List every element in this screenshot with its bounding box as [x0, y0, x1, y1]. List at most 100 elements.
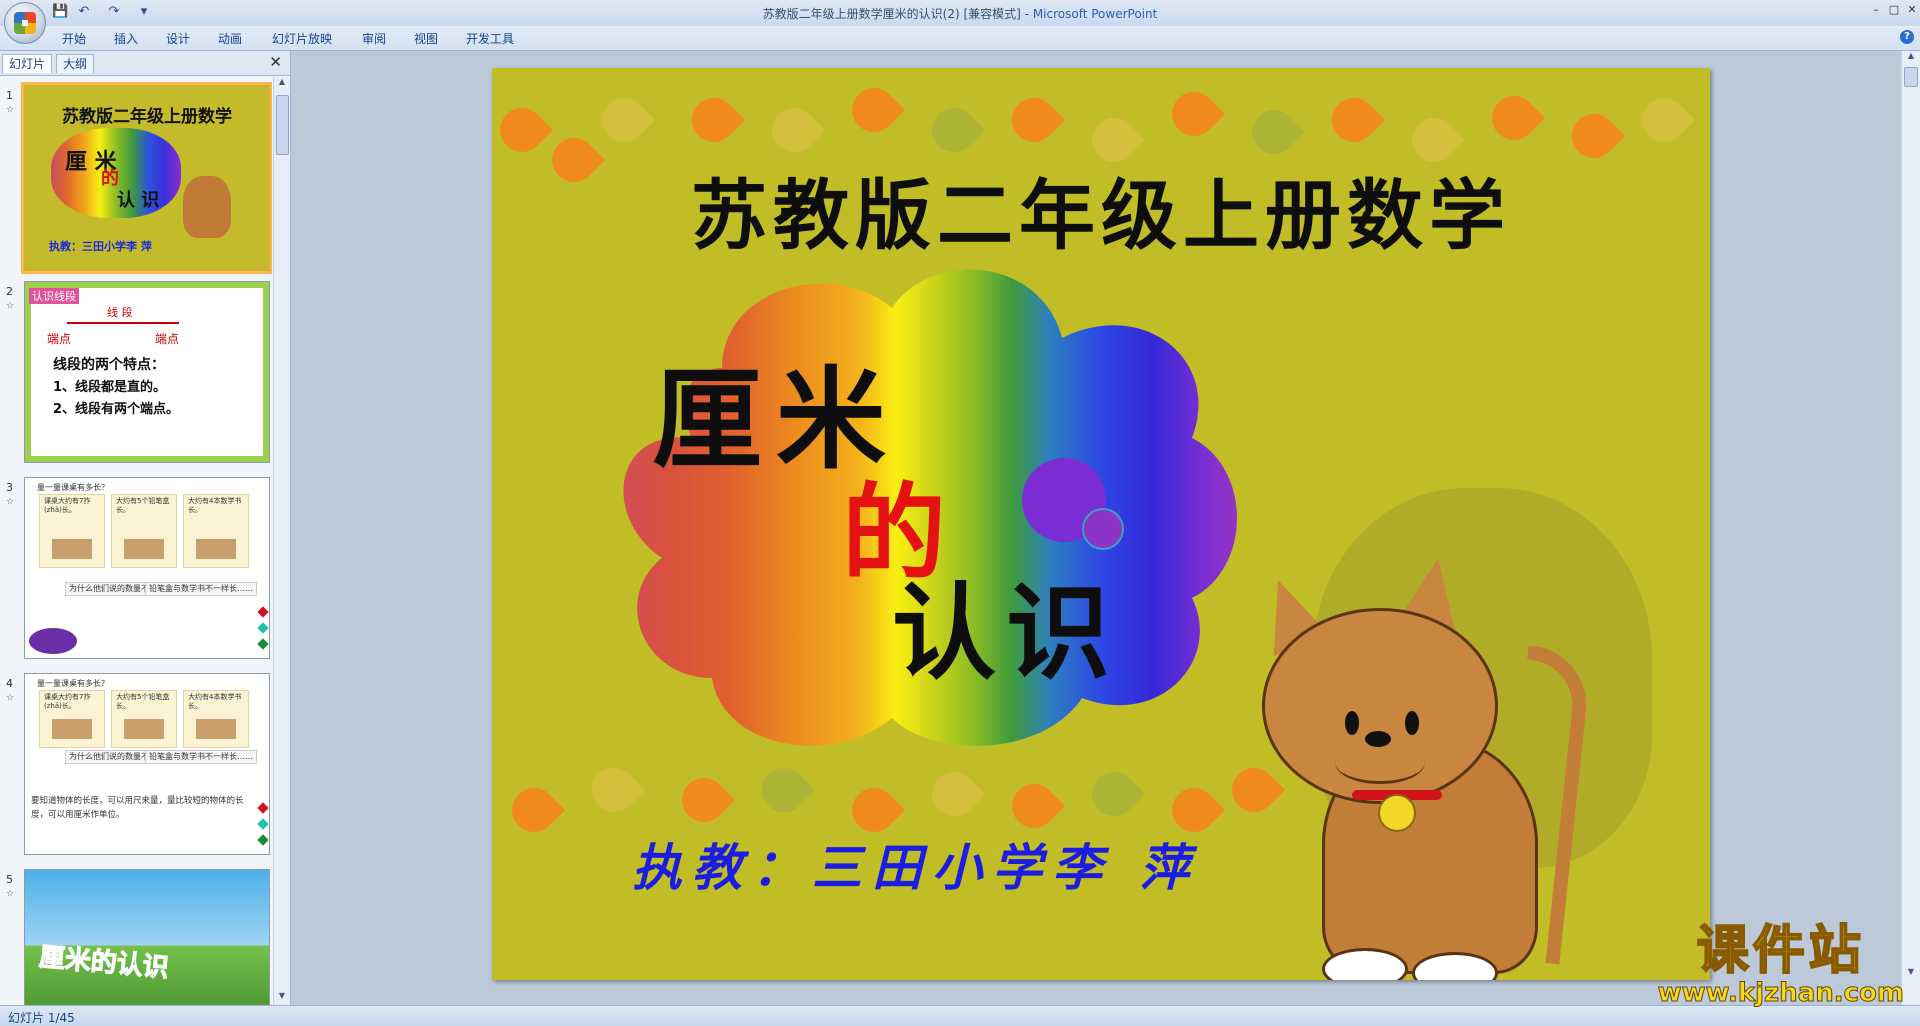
scroll-thumb[interactable]: [1904, 67, 1918, 87]
window-title: 苏教版二年级上册数学厘米的认识(2) [兼容模式] - Microsoft Po…: [0, 5, 1920, 22]
office-button[interactable]: [4, 2, 46, 44]
slide-thumbnail-3[interactable]: 3 ☆ 量一量课桌有多长？ 课桌大约有7拃(zhǎ)长。 大约有5个铅笔盒长。 …: [0, 477, 272, 663]
ginkgo-leaf: [752, 758, 816, 822]
thumbnail-preview: 量一量课桌有多长？ 课桌大约有7拃(zhǎ)长。 大约有5个铅笔盒长。 大约有4…: [24, 673, 270, 855]
animation-star-icon: ☆: [6, 889, 15, 899]
maple-leaf: [842, 78, 906, 142]
ginkgo-leaf: [1632, 88, 1696, 152]
maple-leaf: [1162, 82, 1226, 146]
tab-insert[interactable]: 插入: [114, 30, 138, 47]
slide-title[interactable]: 苏教版二年级上册数学: [492, 154, 1710, 264]
tab-home[interactable]: 开始: [62, 30, 86, 47]
diamond-icon: [257, 802, 269, 814]
watermark: 课件站 www.kjzhan.com: [1657, 921, 1904, 1008]
tab-slide-show[interactable]: 幻灯片放映: [272, 30, 332, 47]
tab-developer[interactable]: 开发工具: [466, 30, 514, 47]
thumbnail-preview: 苏教版二年级上册数学 厘 米 的 认 识 执教：三田小学李 萍: [21, 82, 272, 274]
tab-slides[interactable]: 幻灯片: [2, 54, 53, 73]
application-name: Microsoft PowerPoint: [1032, 7, 1158, 21]
answer-bubble: 铅笔盒与数学书不一样长……: [145, 750, 257, 764]
slide-number: 3: [6, 481, 13, 494]
pane-tabs: 幻灯片 大纲 ✕: [0, 51, 290, 76]
scroll-up-icon[interactable]: ▲: [1902, 51, 1920, 65]
segment-label: 线 段: [107, 306, 133, 319]
maple-leaf: [682, 88, 746, 152]
slide-thumbnail-2[interactable]: 2 ☆ 认识线段 线 段 端点 端点 线段的两个特点： 1、线段都是直的。 2、…: [0, 281, 272, 467]
slides-pane: 幻灯片 大纲 ✕ 1 ☆ 苏教版二年级上册数学 厘 米 的 认 识 执教：三田小…: [0, 51, 291, 1005]
thumb-title: 厘米的认识: [37, 942, 170, 984]
minimize-button[interactable]: –: [1868, 3, 1884, 16]
cat-head: [1262, 608, 1498, 804]
slide-thumbnail-5[interactable]: 5 ☆ 厘米的认识: [0, 869, 272, 1005]
measure-box: 大约有4本数学书长。: [183, 690, 249, 748]
slide-count-status: 幻灯片 1/45: [8, 1011, 75, 1025]
close-pane-icon[interactable]: ✕: [269, 53, 282, 71]
office-logo-icon: [14, 12, 36, 34]
animation-star-icon: ☆: [6, 497, 15, 507]
scroll-thumb[interactable]: [276, 95, 289, 155]
animation-star-icon: ☆: [6, 301, 15, 311]
maple-leaf: [502, 778, 566, 842]
cat-illustration: [183, 176, 231, 238]
tab-animations[interactable]: 动画: [218, 30, 242, 47]
title-bar: 💾 ↶ ↷ ▾ 苏教版二年级上册数学厘米的认识(2) [兼容模式] - Micr…: [0, 0, 1920, 44]
title-word-understanding[interactable]: 认识: [892, 548, 1120, 699]
measure-box: 大约有4本数学书长。: [183, 494, 249, 568]
scroll-up-icon[interactable]: ▲: [274, 77, 290, 91]
thumb-author: 执教：三田小学李 萍: [49, 240, 152, 253]
status-bar: 幻灯片 1/45: [0, 1005, 1920, 1026]
main-scrollbar[interactable]: ▲ ▼: [1901, 51, 1920, 1005]
close-button[interactable]: ✕: [1904, 3, 1920, 16]
thumb-word: 认 识: [117, 190, 160, 211]
thumb-header: 量一量课桌有多长？: [37, 679, 109, 688]
measure-box: 大约有5个铅笔盒长。: [111, 494, 177, 568]
help-icon[interactable]: ?: [1900, 30, 1914, 44]
scroll-down-icon[interactable]: ▼: [274, 991, 290, 1005]
tab-outline[interactable]: 大纲: [56, 54, 95, 73]
maple-leaf: [672, 768, 736, 832]
tab-view[interactable]: 视图: [414, 30, 438, 47]
thumb-label: 认识线段: [29, 288, 79, 304]
maximize-button[interactable]: □: [1886, 3, 1902, 16]
cat-eye: [1345, 711, 1359, 735]
thumb-note: 要知道物体的长度，可以用尺来量，量比较短的物体的长度，可以用厘米作单位。: [31, 796, 244, 820]
maple-leaf: [1322, 88, 1386, 152]
diamond-icon: [257, 834, 269, 846]
ginkgo-leaf: [592, 88, 656, 152]
bell-icon: [1378, 794, 1416, 832]
document-title: 苏教版二年级上册数学厘米的认识(2) [兼容模式]: [762, 7, 1021, 21]
ginkgo-leaf: [762, 98, 826, 162]
endpoint-label: 端点: [47, 332, 72, 346]
slide-number: 2: [6, 285, 13, 298]
ginkgo-leaf: [1082, 762, 1146, 826]
scroll-down-icon[interactable]: ▼: [1902, 967, 1920, 981]
thumbnail-preview: 量一量课桌有多长？ 课桌大约有7拃(zhǎ)长。 大约有5个铅笔盒长。 大约有4…: [24, 477, 270, 659]
answer-bubble: 铅笔盒与数学书不一样长……: [145, 582, 257, 596]
thumbnail-preview: 厘米的认识: [24, 869, 270, 1005]
watermark-text: 课件站: [1696, 921, 1865, 981]
title-separator: -: [1020, 7, 1033, 21]
maple-leaf: [1482, 86, 1546, 150]
author-text[interactable]: 执教：三田小学李 萍: [632, 828, 1199, 900]
cat-eye: [1405, 711, 1419, 735]
maple-leaf: [492, 98, 554, 162]
feature-item: 1、线段都是直的。: [53, 380, 167, 395]
measure-box: 课桌大约有7拃(zhǎ)长。: [39, 690, 105, 748]
thumb-title: 苏教版二年级上册数学: [62, 107, 232, 127]
slide-1[interactable]: 苏教版二年级上册数学 厘米 的 认识 执教：三田小学李 萍: [492, 68, 1710, 980]
slide-number: 5: [6, 873, 13, 886]
endpoint-label: 端点: [155, 332, 180, 346]
grapes-illustration: [29, 628, 77, 654]
cat-illustration: [1249, 553, 1612, 980]
ginkgo-leaf: [582, 758, 646, 822]
tab-design[interactable]: 设计: [166, 30, 190, 47]
animation-star-icon: ☆: [6, 693, 15, 703]
cat-mouth: [1335, 741, 1425, 784]
slide-thumbnail-4[interactable]: 4 ☆ 量一量课桌有多长？ 课桌大约有7拃(zhǎ)长。 大约有5个铅笔盒长。 …: [0, 673, 272, 859]
tab-review[interactable]: 审阅: [362, 30, 386, 47]
ginkgo-leaf: [922, 98, 986, 162]
slide-number: 4: [6, 677, 13, 690]
pane-scrollbar[interactable]: ▲ ▼: [273, 77, 290, 1005]
slide-thumbnail-1[interactable]: 1 ☆ 苏教版二年级上册数学 厘 米 的 认 识 执教：三田小学李 萍: [0, 82, 272, 275]
feature-heading: 线段的两个特点：: [53, 357, 165, 373]
